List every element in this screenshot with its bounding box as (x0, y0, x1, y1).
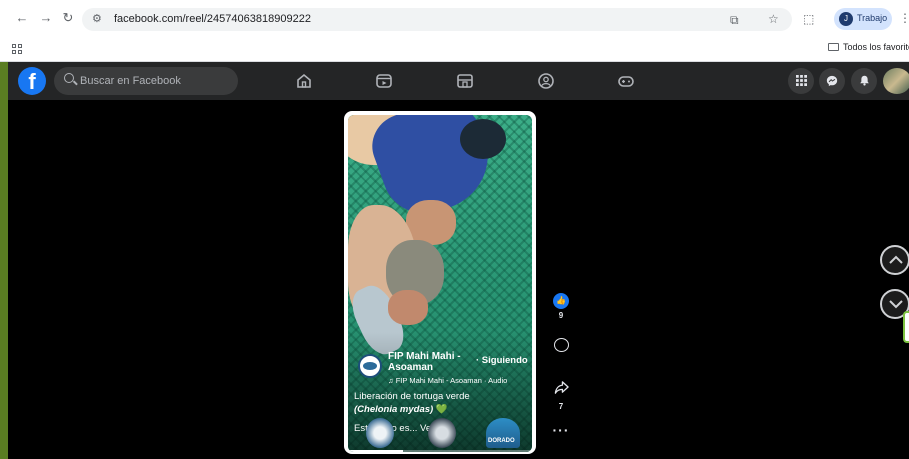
groups-icon[interactable] (537, 72, 555, 90)
reel-video[interactable]: FIP Mahi Mahi - Asoaman · Siguiendo ♫ FI… (344, 111, 536, 454)
search-icon (64, 73, 74, 83)
dorado-logo: DORADO (486, 418, 520, 448)
video-frame[interactable]: FIP Mahi Mahi - Asoaman · Siguiendo ♫ FI… (348, 115, 532, 452)
extensions-icon[interactable]: ⬚ (803, 12, 814, 26)
search-input[interactable] (80, 73, 230, 89)
profile-chip[interactable]: J Trabajo (834, 8, 892, 30)
profile-name: Trabajo (857, 13, 888, 23)
profile-avatar: J (839, 12, 853, 26)
browser-menu-icon[interactable]: ⋮ (899, 11, 909, 25)
chevron-up-icon (889, 255, 903, 264)
screen: ← → ↻ ⚙ facebook.com/reel/24574063818909… (0, 0, 909, 459)
share-icon (554, 381, 569, 394)
share-button[interactable]: 7 (551, 380, 571, 411)
side-widget[interactable] (903, 311, 909, 343)
marketplace-icon[interactable] (456, 72, 474, 90)
bookmarks-bar: Todos los favoritos (0, 37, 909, 62)
forward-arrow-icon[interactable]: → (38, 10, 54, 26)
caption-emoji: 💚 (435, 404, 448, 415)
page-name[interactable]: FIP Mahi Mahi - Asoaman (388, 351, 468, 373)
url-text[interactable]: facebook.com/reel/24574063818909222 (114, 12, 311, 27)
folder-icon (828, 43, 839, 51)
more-options-button[interactable]: ··· (551, 423, 571, 437)
bookmark-star-icon[interactable]: ☆ (768, 12, 779, 26)
previous-reel-button[interactable] (880, 245, 909, 275)
install-app-icon[interactable]: ⧉ (730, 13, 739, 27)
scene-hand-2 (388, 290, 428, 325)
audio-text: FIP Mahi Mahi - Asoaman · Audio (395, 376, 508, 385)
reload-icon[interactable]: ↻ (60, 10, 76, 26)
caption-line-2: (Chelonia mydas) 💚 (354, 404, 448, 415)
scene-hand (406, 200, 456, 245)
all-bookmarks-label: Todos los favoritos (843, 42, 909, 52)
caption-line-1: Liberación de tortuga verde (354, 391, 470, 402)
browser-toolbar: ← → ↻ ⚙ facebook.com/reel/24574063818909… (0, 0, 909, 37)
like-count: 9 (558, 311, 564, 320)
scene-dark-object (460, 119, 506, 159)
facebook-logo[interactable]: f (18, 67, 46, 95)
share-count: 7 (558, 402, 564, 411)
dorado-text: DORADO (488, 438, 515, 444)
notifications-bell-icon[interactable] (851, 68, 877, 94)
all-bookmarks-button[interactable]: Todos los favoritos (828, 42, 909, 52)
gaming-icon[interactable] (617, 72, 635, 90)
address-bar[interactable]: ⚙ facebook.com/reel/24574063818909222 ⧉ … (82, 8, 792, 31)
comment-button[interactable] (551, 338, 571, 352)
home-icon[interactable] (295, 72, 313, 90)
window-edge (0, 62, 8, 459)
caption-species: (Chelonia mydas) (354, 404, 434, 415)
follow-status[interactable]: · Siguiendo (476, 355, 528, 366)
video-progress-fill (348, 450, 404, 452)
site-settings-icon[interactable]: ⚙ (92, 12, 106, 26)
comment-icon (553, 338, 569, 352)
search-box[interactable] (54, 67, 238, 95)
apps-grid-icon[interactable] (12, 44, 23, 55)
like-thumb-icon: 👍 (553, 293, 569, 309)
menu-grid-icon[interactable] (788, 68, 814, 94)
back-arrow-icon[interactable]: ← (14, 10, 30, 26)
like-button[interactable]: 👍 9 (551, 293, 571, 320)
facebook-header: f (8, 62, 909, 100)
logo-2 (428, 418, 456, 448)
video-icon[interactable] (375, 72, 393, 90)
audio-label[interactable]: ♫ FIP Mahi Mahi - Asoaman · Audio (388, 376, 507, 385)
account-avatar[interactable] (883, 68, 909, 94)
chevron-down-icon (889, 300, 903, 309)
messenger-icon[interactable] (819, 68, 845, 94)
logo-1 (366, 418, 394, 448)
page-avatar[interactable] (358, 354, 382, 378)
video-progress[interactable] (348, 450, 532, 452)
